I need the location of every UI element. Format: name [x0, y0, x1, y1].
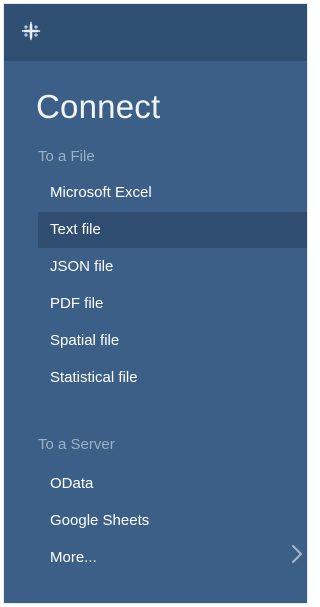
page-title: Connect [36, 88, 161, 125]
connector-odata[interactable]: OData [38, 466, 307, 502]
tableau-logo-icon[interactable] [21, 21, 41, 41]
section-label-to-a-server: To a Server [38, 436, 115, 453]
connector-microsoft-excel[interactable]: Microsoft Excel [38, 175, 307, 211]
connector-google-sheets[interactable]: Google Sheets [38, 503, 307, 539]
chevron-right-icon[interactable] [291, 544, 303, 564]
top-bar [4, 4, 307, 61]
connector-statistical-file[interactable]: Statistical file [38, 360, 307, 396]
connector-pdf-file[interactable]: PDF file [38, 286, 307, 322]
connector-text-file[interactable]: Text file [38, 212, 307, 248]
connector-json-file[interactable]: JSON file [38, 249, 307, 285]
connect-panel: Connect To a File Microsoft Excel Text f… [4, 4, 307, 603]
connector-more[interactable]: More... [38, 540, 307, 576]
connector-spatial-file[interactable]: Spatial file [38, 323, 307, 359]
section-label-to-a-file: To a File [38, 148, 95, 165]
